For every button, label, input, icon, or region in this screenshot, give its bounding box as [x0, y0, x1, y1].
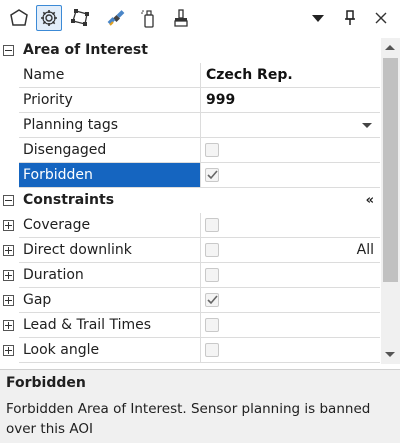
checkmark-icon	[207, 295, 218, 305]
property-label: Coverage	[23, 217, 91, 233]
priority-value[interactable]: 999	[206, 88, 235, 113]
gear-icon[interactable]	[36, 5, 62, 31]
scroll-down-icon[interactable]	[385, 352, 395, 357]
polygon-nodes-icon[interactable]	[67, 5, 93, 31]
vertical-scrollbar[interactable]	[381, 38, 400, 364]
checkmark-icon	[207, 170, 218, 180]
property-grid: Area of Interest Name Czech Rep. Priorit…	[0, 38, 400, 364]
property-row-look-angle[interactable]: Look angle	[0, 338, 380, 363]
expand-icon[interactable]	[3, 220, 14, 231]
collapse-icon[interactable]	[3, 45, 14, 56]
chevron-down-icon[interactable]	[362, 123, 372, 128]
satellite-icon[interactable]	[103, 5, 129, 31]
property-label: Priority	[23, 92, 73, 108]
property-row-lead-trail-times[interactable]: Lead & Trail Times	[0, 313, 380, 338]
planning-tags-dropdown[interactable]	[201, 113, 380, 138]
property-row-coverage[interactable]: Coverage	[0, 213, 380, 238]
property-row-direct-downlink[interactable]: Direct downlink All	[0, 238, 380, 263]
direct-downlink-checkbox[interactable]	[205, 243, 219, 257]
look-angle-checkbox[interactable]	[205, 343, 219, 357]
coverage-checkbox[interactable]	[205, 218, 219, 232]
brush-icon[interactable]	[168, 5, 194, 31]
category-constraints[interactable]: Constraints «	[0, 188, 380, 213]
property-label: Lead & Trail Times	[23, 317, 152, 333]
category-area-of-interest[interactable]: Area of Interest	[0, 38, 380, 63]
description-panel: Forbidden Forbidden Area of Interest. Se…	[0, 369, 400, 443]
property-label: Direct downlink	[23, 242, 132, 258]
category-title: Constraints	[23, 192, 115, 208]
property-label: Gap	[23, 292, 52, 308]
property-row-disengaged[interactable]: Disengaged	[0, 138, 380, 163]
expand-icon[interactable]	[3, 245, 14, 256]
property-label: Forbidden	[23, 167, 93, 183]
property-label: Duration	[23, 267, 84, 283]
disengaged-checkbox[interactable]	[205, 143, 219, 157]
description-text: Forbidden Area of Interest. Sensor plann…	[6, 401, 371, 437]
property-label: Planning tags	[23, 117, 119, 133]
expand-icon[interactable]	[3, 320, 14, 331]
hexagon-icon[interactable]	[6, 5, 32, 31]
collapse-icon[interactable]	[3, 195, 14, 206]
property-row-gap[interactable]: Gap	[0, 288, 380, 313]
property-label: Look angle	[23, 342, 100, 358]
forbidden-checkbox[interactable]	[205, 168, 219, 182]
category-title: Area of Interest	[23, 42, 148, 58]
expand-icon[interactable]	[3, 345, 14, 356]
property-row-forbidden[interactable]: Forbidden	[0, 163, 380, 188]
direct-downlink-summary: All	[356, 242, 374, 258]
name-value[interactable]: Czech Rep.	[206, 63, 293, 88]
toolbar	[0, 0, 400, 38]
double-chevron-left-icon[interactable]: «	[366, 188, 374, 213]
property-label: Disengaged	[23, 142, 107, 158]
gap-checkbox[interactable]	[205, 293, 219, 307]
property-row-duration[interactable]: Duration	[0, 263, 380, 288]
expand-icon[interactable]	[3, 295, 14, 306]
property-row-planning-tags[interactable]: Planning tags	[0, 113, 380, 138]
close-icon[interactable]	[369, 6, 393, 30]
property-row-priority[interactable]: Priority 999	[0, 88, 380, 113]
description-title: Forbidden	[6, 375, 86, 391]
property-row-name[interactable]: Name Czech Rep.	[0, 63, 380, 88]
property-label: Name	[23, 67, 65, 83]
dropdown-arrow-icon[interactable]	[306, 6, 330, 30]
scrollbar-thumb[interactable]	[383, 58, 398, 282]
pin-icon[interactable]	[338, 6, 362, 30]
lead-trail-times-checkbox[interactable]	[205, 318, 219, 332]
scroll-up-icon[interactable]	[385, 45, 395, 50]
expand-icon[interactable]	[3, 270, 14, 281]
duration-checkbox[interactable]	[205, 268, 219, 282]
spray-can-icon[interactable]	[136, 5, 162, 31]
